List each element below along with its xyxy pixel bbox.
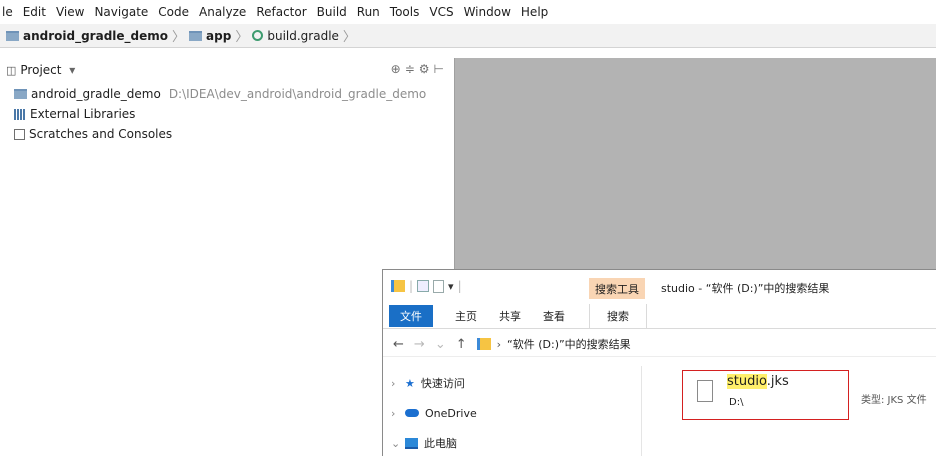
up-icon[interactable]: ↑	[456, 337, 467, 352]
back-icon[interactable]: ←	[393, 337, 404, 352]
tab-view[interactable]: 查看	[543, 308, 565, 324]
locate-icon[interactable]: ⊕	[391, 62, 405, 76]
folder-icon	[391, 280, 405, 292]
menu-file[interactable]: le	[0, 5, 18, 19]
dropdown-icon: ▾	[69, 63, 76, 77]
ribbon-tabs: 文件 主页 共享 查看	[383, 304, 936, 329]
breadcrumb: android_gradle_demo 〉 app 〉 build.gradle…	[0, 24, 936, 48]
menu-run[interactable]: Run	[352, 5, 385, 19]
breadcrumb-file-label: build.gradle	[267, 28, 339, 43]
module-icon	[189, 30, 203, 41]
breadcrumb-separator: 〉	[235, 30, 249, 45]
breadcrumb-separator: 〉	[172, 30, 186, 45]
chevron-right-icon[interactable]: ›	[391, 407, 405, 420]
file-icon	[697, 380, 713, 402]
chevron-right-icon[interactable]: ›	[391, 377, 405, 390]
result-location: D:\	[729, 397, 744, 408]
quick-access-toolbar: | ▾ |	[391, 279, 462, 293]
nav-item-label: 快速访问	[420, 377, 465, 390]
breadcrumb-separator: 〉	[342, 30, 356, 45]
project-path: D:\IDEA\dev_android\android_gradle_demo	[168, 87, 427, 101]
window-title: studio - “软件 (D:)”中的搜索结果	[661, 282, 830, 295]
navigation-pane: › ★ 快速访问 › OneDrive ⌄ 此电脑	[383, 366, 642, 456]
forward-icon[interactable]: →	[414, 337, 425, 352]
chevron-down-icon[interactable]: ⌄	[391, 437, 405, 450]
star-icon: ★	[405, 376, 415, 390]
tab-home[interactable]: 主页	[455, 308, 477, 324]
menu-help[interactable]: Help	[516, 5, 553, 19]
separator: |	[457, 279, 462, 293]
breadcrumb-module[interactable]: app	[189, 29, 231, 43]
breadcrumb-file[interactable]: build.gradle	[252, 29, 339, 43]
result-file-name: studio.jks	[727, 374, 789, 389]
menu-analyze[interactable]: Analyze	[194, 5, 251, 19]
tab-file[interactable]: 文件	[389, 305, 433, 327]
project-view-icon: ◫	[6, 63, 17, 77]
menu-navigate[interactable]: Navigate	[89, 5, 153, 19]
menu-bar: le Edit View Navigate Code Analyze Refac…	[0, 0, 936, 24]
nav-item-label: 此电脑	[424, 437, 457, 450]
menu-refactor[interactable]: Refactor	[251, 5, 311, 19]
customize-toolbar-icon[interactable]: ▾	[448, 280, 454, 293]
title-bar	[383, 270, 936, 300]
menu-tools[interactable]: Tools	[385, 5, 425, 19]
menu-code[interactable]: Code	[153, 5, 194, 19]
tree-item-external-libraries[interactable]: External Libraries	[14, 104, 135, 124]
explorer-window: | ▾ | 搜索工具 studio - “软件 (D:)”中的搜索结果 文件 主…	[382, 269, 936, 456]
menu-edit[interactable]: Edit	[18, 5, 51, 19]
nav-item-label: OneDrive	[425, 406, 477, 420]
name-highlight: studio	[727, 374, 767, 389]
external-libraries-label: External Libraries	[30, 107, 136, 121]
library-icon	[14, 108, 26, 120]
folder-icon	[6, 30, 19, 41]
result-type: 类型: JKS 文件	[861, 395, 927, 406]
nav-item-onedrive[interactable]: › OneDrive	[391, 402, 477, 424]
breadcrumb-project-label: android_gradle_demo	[23, 28, 169, 43]
gradle-icon	[252, 30, 264, 41]
name-rest: .jks	[766, 374, 789, 389]
breadcrumb-module-label: app	[206, 28, 232, 43]
project-panel-header: ◫ Project ▾ ⊕≑⚙⊢	[0, 58, 454, 82]
gear-icon[interactable]: ⚙	[419, 62, 434, 76]
project-view-selector[interactable]: Project ▾	[20, 63, 75, 77]
new-folder-icon[interactable]	[433, 279, 445, 293]
folder-icon	[14, 89, 27, 99]
folder-icon	[476, 338, 491, 350]
search-result-item[interactable]: studio.jks D:\	[682, 370, 849, 420]
computer-icon	[405, 437, 418, 449]
properties-icon[interactable]	[417, 280, 430, 292]
contextual-tab-search-tools: 搜索工具	[589, 278, 645, 299]
address-text[interactable]: “软件 (D:)”中的搜索结果	[507, 336, 631, 352]
collapse-icon[interactable]: ≑	[405, 62, 419, 76]
address-chevron-icon[interactable]: ›	[497, 338, 501, 351]
nav-item-quick-access[interactable]: › ★ 快速访问	[391, 372, 465, 394]
project-toolbar: ⊕≑⚙⊢	[391, 62, 448, 76]
scratch-icon	[14, 128, 25, 140]
separator: |	[409, 279, 414, 293]
menu-build[interactable]: Build	[312, 5, 352, 19]
breadcrumb-project[interactable]: android_gradle_demo	[6, 29, 168, 43]
tree-item-scratches[interactable]: Scratches and Consoles	[14, 124, 172, 144]
menu-window[interactable]: Window	[459, 5, 516, 19]
project-name: android_gradle_demo	[31, 87, 161, 101]
tab-share[interactable]: 共享	[499, 308, 521, 324]
menu-view[interactable]: View	[51, 5, 89, 19]
project-view-label: Project	[20, 63, 62, 77]
menu-vcs[interactable]: VCS	[424, 5, 458, 19]
tree-item-project[interactable]: android_gradle_demo D:\IDEA\dev_android\…	[14, 84, 426, 104]
address-bar: ← → ⌄ ↑ › “软件 (D:)”中的搜索结果	[383, 332, 936, 357]
cloud-icon	[405, 409, 419, 417]
scratches-label: Scratches and Consoles	[29, 127, 173, 141]
tab-search[interactable]: 搜索	[589, 304, 647, 328]
nav-item-this-pc[interactable]: ⌄ 此电脑	[391, 432, 457, 454]
hide-icon[interactable]: ⊢	[434, 62, 448, 76]
recent-locations-icon[interactable]: ⌄	[435, 337, 446, 352]
